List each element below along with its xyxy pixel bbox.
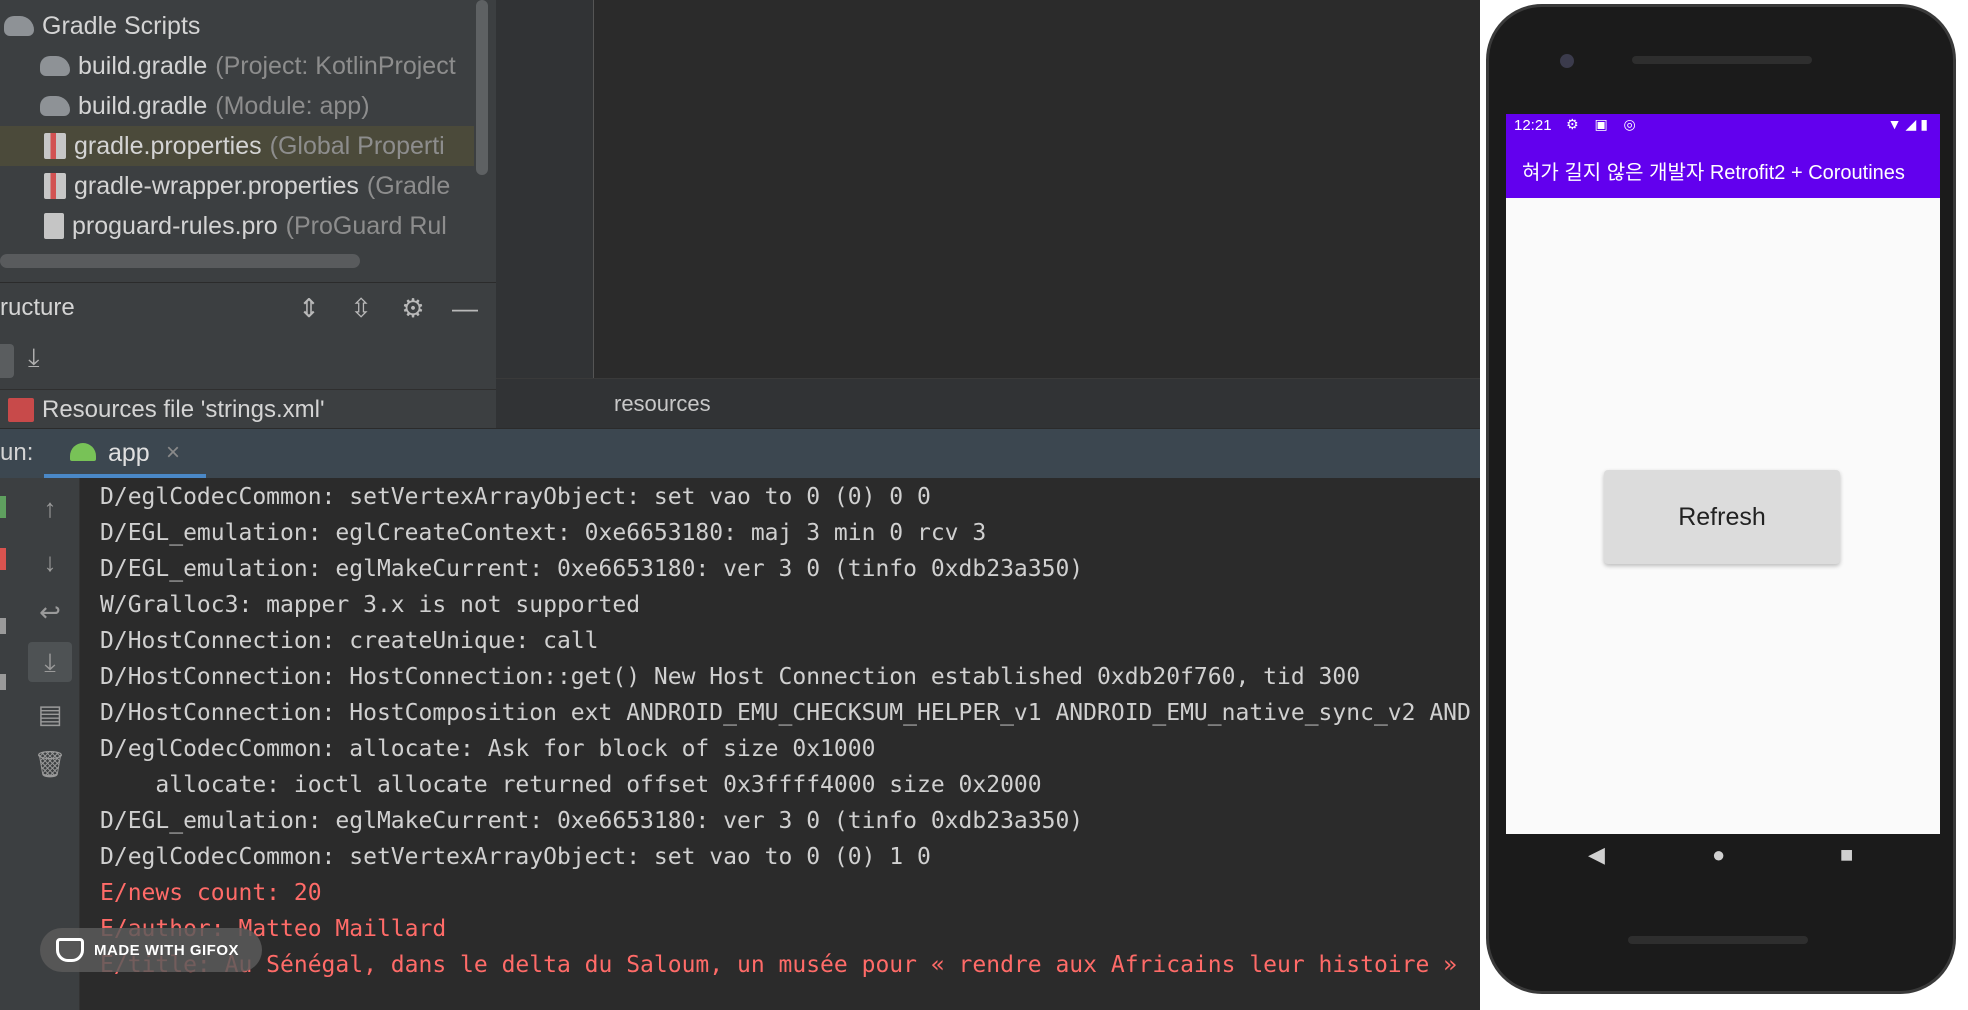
run-side-toolbar — [0, 478, 22, 1010]
stop-icon[interactable] — [0, 548, 6, 570]
editor-gutter — [496, 0, 594, 378]
expand-all-icon[interactable]: ⇕ — [292, 291, 326, 325]
log-line: D/eglCodecCommon: setVertexArrayObject: … — [100, 844, 931, 870]
gradle-icon — [40, 56, 70, 76]
fox-icon — [56, 938, 84, 962]
phone-screen[interactable]: 12:21 ⚙ ▣ ◎ ▼◢▮ 혀가 길지 않은 개발자 Retrofit2 +… — [1506, 114, 1940, 834]
tree-item-gradle-properties[interactable]: gradle.properties (Global Properti — [0, 126, 474, 166]
log-line: D/HostConnection: createUnique: call — [100, 628, 599, 654]
sort-icon[interactable]: ⤓ — [28, 342, 40, 374]
status-time: 12:21 — [1514, 117, 1552, 134]
structure-panel-header: ructure ⇕ ⇳ ⚙ — — [0, 282, 496, 332]
tree-item-label: gradle-wrapper.properties — [74, 171, 359, 200]
tree-item-build-gradle-project[interactable]: build.gradle (Project: KotlinProject — [40, 46, 474, 86]
gear-icon[interactable]: ⚙ — [396, 291, 430, 325]
text-file-icon — [44, 213, 64, 239]
android-nav-bar: ◀ ● ■ — [1506, 834, 1940, 886]
log-line: D/eglCodecCommon: setVertexArrayObject: … — [100, 484, 931, 510]
tree-item-proguard-rules[interactable]: proguard-rules.pro (ProGuard Rul — [44, 206, 474, 246]
run-tab-label: app — [108, 439, 150, 467]
tree-item-hint: (Gradle — [366, 171, 451, 200]
tree-item-hint: (Global Properti — [269, 131, 445, 160]
log-line: D/HostConnection: HostComposition ext AN… — [100, 700, 1471, 726]
structure-tree: Resources file 'strings.xml' — [0, 390, 496, 430]
refresh-button[interactable]: Refresh — [1604, 470, 1840, 564]
gifox-label: MADE WITH GIFOX — [94, 941, 239, 959]
run-label: un: — [0, 439, 34, 466]
app-title: 혀가 길지 않은 개발자 Retrofit2 + Coroutines — [1522, 162, 1905, 184]
structure-toolbar: ⤓ — [0, 332, 496, 390]
gradle-icon — [4, 16, 34, 36]
gradle-icon — [40, 96, 70, 116]
structure-item-label[interactable]: Resources file 'strings.xml' — [42, 396, 325, 424]
soft-wrap-icon[interactable]: ↩ — [28, 592, 72, 632]
project-tree-panel: Gradle Scripts build.gradle (Project: Ko… — [0, 0, 496, 290]
trash-icon[interactable]: 🗑 — [28, 744, 72, 784]
code-editor[interactable] — [594, 0, 1494, 378]
run-tab-app[interactable]: app × — [44, 429, 206, 479]
tree-item-hint: (Project: KotlinProject — [215, 51, 456, 80]
phone-bottom-speaker — [1628, 936, 1808, 944]
tree-item-label: Gradle Scripts — [42, 11, 201, 40]
breadcrumb-bar: resources — [496, 378, 1494, 428]
structure-header-toolbar: ⇕ ⇳ ⚙ — — [292, 291, 482, 325]
close-icon[interactable]: × — [166, 439, 180, 467]
layout-icon[interactable] — [0, 618, 6, 634]
vertical-scrollbar[interactable] — [476, 0, 488, 175]
notification-icons: ⚙ ▣ ◎ — [1566, 116, 1642, 132]
log-line: D/EGL_emulation: eglMakeCurrent: 0xe6653… — [100, 808, 1084, 834]
status-bar: 12:21 ⚙ ▣ ◎ ▼◢▮ — [1506, 114, 1940, 138]
tree-item-label: build.gradle — [78, 51, 208, 80]
run-tool-window-header: un: app × — [0, 428, 1500, 479]
rerun-icon[interactable] — [0, 496, 6, 518]
scroll-to-end-icon[interactable]: ⤓ — [28, 642, 72, 682]
tree-item-build-gradle-module[interactable]: build.gradle (Module: app) — [40, 86, 474, 126]
log-line-error: E/title: Au Sénégal, dans le delta du Sa… — [100, 952, 1458, 978]
camera-icon — [1560, 54, 1574, 68]
print-icon[interactable]: ▤ — [28, 694, 72, 734]
properties-file-icon — [44, 133, 66, 159]
app-toolbar: 혀가 길지 않은 개발자 Retrofit2 + Coroutines — [1506, 138, 1940, 198]
toggle-button[interactable] — [0, 344, 14, 378]
xml-file-icon — [8, 398, 34, 422]
ide-window: Gradle Scripts build.gradle (Project: Ko… — [0, 0, 1968, 1010]
android-icon — [70, 443, 96, 461]
up-arrow-icon[interactable]: ↑ — [28, 488, 72, 528]
log-line: W/Gralloc3: mapper 3.x is not supported — [100, 592, 641, 618]
signal-battery-icons: ▼◢▮ — [1887, 116, 1932, 132]
tree-item-hint: (ProGuard Rul — [285, 211, 447, 240]
log-line: allocate: ioctl allocate returned offset… — [100, 772, 1042, 798]
log-line: D/EGL_emulation: eglCreateContext: 0xe66… — [100, 520, 987, 546]
pin-icon[interactable] — [0, 674, 6, 690]
home-icon[interactable]: ● — [1712, 842, 1725, 868]
back-icon[interactable]: ◀ — [1588, 842, 1605, 868]
log-line-error: E/news count: 20 — [100, 880, 322, 906]
tree-item-label: gradle.properties — [74, 131, 262, 160]
gifox-watermark: MADE WITH GIFOX — [40, 928, 262, 972]
horizontal-scrollbar[interactable] — [0, 254, 360, 268]
breadcrumb[interactable]: resources — [614, 391, 711, 417]
log-line: D/EGL_emulation: eglMakeCurrent: 0xe6653… — [100, 556, 1084, 582]
structure-panel-title: ructure — [0, 293, 75, 321]
properties-file-icon — [44, 173, 66, 199]
tree-item-label: build.gradle — [78, 91, 208, 120]
log-line: D/HostConnection: HostConnection::get() … — [100, 664, 1361, 690]
log-line: D/eglCodecCommon: allocate: Ask for bloc… — [100, 736, 876, 762]
collapse-all-icon[interactable]: ⇳ — [344, 291, 378, 325]
down-arrow-icon[interactable]: ↓ — [28, 542, 72, 582]
tree-item-hint: (Module: app) — [215, 91, 370, 120]
tree-item-label: proguard-rules.pro — [72, 211, 278, 240]
tree-item-gradle-wrapper-properties[interactable]: gradle-wrapper.properties (Gradle — [44, 166, 474, 206]
recents-icon[interactable]: ■ — [1840, 842, 1853, 868]
minimize-icon[interactable]: — — [448, 291, 482, 325]
phone-speaker — [1632, 56, 1812, 64]
run-console[interactable]: D/eglCodecCommon: setVertexArrayObject: … — [80, 478, 1500, 1010]
tree-item-gradle-scripts[interactable]: Gradle Scripts — [4, 6, 474, 46]
